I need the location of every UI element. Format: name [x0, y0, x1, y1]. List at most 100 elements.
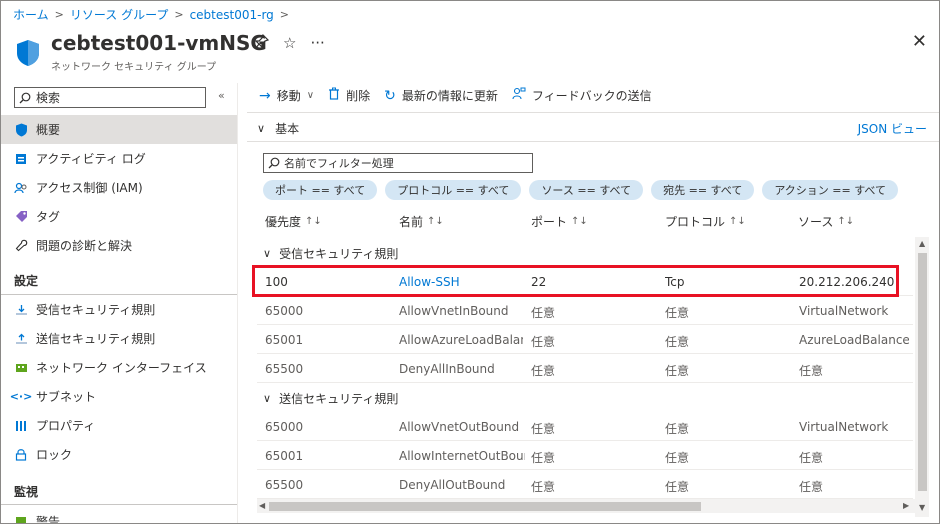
breadcrumb-home[interactable]: ホーム — [13, 6, 49, 23]
essentials-toggle[interactable]: ∨ 基本 — [257, 120, 299, 137]
column-header-label: プロトコル — [665, 215, 726, 229]
portal-frame: ホーム > リソース グループ > cebtest001-rg > cebtes… — [0, 0, 940, 524]
sidebar-divider — [1, 504, 237, 505]
wrench-icon — [14, 239, 28, 253]
sidebar-item-locks[interactable]: ロック — [1, 440, 237, 469]
column-header-label: ポート — [531, 215, 568, 229]
cell-port: 任意 — [531, 480, 556, 494]
sidebar-item-tags[interactable]: タグ — [1, 202, 237, 231]
sidebar-item-subnets[interactable]: <·> サブネット — [1, 382, 237, 411]
move-label: 移動 — [276, 89, 301, 103]
outbound-group-label: 送信セキュリティ規則 — [279, 392, 399, 406]
sidebar-border — [237, 83, 238, 523]
star-icon[interactable]: ☆ — [283, 34, 296, 53]
chevron-right-icon: > — [54, 8, 64, 21]
inbound-icon — [14, 303, 28, 317]
table-row[interactable]: 65500 DenyAllInBound 任意 任意 任意 — [257, 354, 913, 383]
collapse-sidebar-icon[interactable]: « — [218, 89, 225, 102]
filter-pill-destination[interactable]: 宛先 == すべて — [651, 180, 755, 200]
delete-button[interactable]: 削除 — [328, 87, 370, 104]
vertical-scrollbar-thumb[interactable] — [918, 253, 927, 491]
scroll-up-icon[interactable]: ▲ — [919, 239, 925, 248]
sidebar-item-diagnose[interactable]: 問題の診断と解決 — [1, 231, 237, 260]
column-header-label: 優先度 — [265, 215, 302, 229]
move-button[interactable]: → 移動 ∨ — [259, 87, 314, 104]
cell-port: 任意 — [531, 335, 556, 349]
refresh-button[interactable]: ↻ 最新の情報に更新 — [384, 87, 498, 104]
column-header-port[interactable]: ポート ↑↓ — [531, 213, 588, 230]
cell-priority: 65000 — [265, 304, 304, 318]
column-header-name[interactable]: 名前 ↑↓ — [399, 213, 444, 230]
filter-placeholder: 名前でフィルター処理 — [284, 157, 394, 170]
sidebar-item-alerts[interactable]: 警告 — [1, 507, 237, 523]
table-row[interactable]: 65001 AllowAzureLoadBalan… 任意 任意 AzureLo… — [257, 325, 913, 354]
cell-protocol: 任意 — [665, 306, 690, 320]
sidebar-item-label: サブネット — [36, 390, 97, 404]
sidebar-item-inbound-rules[interactable]: 受信セキュリティ規則 — [1, 295, 237, 324]
cell-source: AzureLoadBalancer — [799, 333, 909, 347]
filter-pill-action[interactable]: アクション == すべて — [762, 180, 898, 200]
json-view-link[interactable]: JSON ビュー — [858, 120, 927, 137]
sidebar-item-properties[interactable]: プロパティ — [1, 411, 237, 440]
sidebar-search-placeholder: 検索 — [36, 91, 61, 105]
alert-icon — [14, 515, 28, 523]
cell-protocol: 任意 — [665, 480, 690, 494]
inbound-group-toggle[interactable]: ∨ 受信セキュリティ規則 — [263, 245, 398, 262]
table-row[interactable]: 65500 DenyAllOutBound 任意 任意 任意 — [257, 470, 913, 499]
sidebar-item-activity-log[interactable]: アクティビティ ログ — [1, 144, 237, 173]
search-icon — [19, 92, 31, 103]
sidebar-item-network-interfaces[interactable]: ネットワーク インターフェイス — [1, 353, 237, 382]
filter-pill-protocol[interactable]: プロトコル == すべて — [385, 180, 522, 200]
sidebar-section-settings: 設定 — [14, 274, 39, 288]
log-icon — [14, 152, 28, 166]
cell-source: VirtualNetwork — [799, 420, 889, 434]
feedback-icon — [512, 87, 526, 104]
filter-pills: ポート == すべて プロトコル == すべて ソース == すべて 宛先 ==… — [263, 180, 898, 200]
scroll-left-icon[interactable]: ◀ — [259, 501, 265, 510]
cell-source: VirtualNetwork — [799, 304, 889, 318]
page-subtitle: ネットワーク セキュリティ グループ — [51, 62, 217, 73]
sidebar-item-label: アクティビティ ログ — [36, 152, 146, 166]
cell-source: 任意 — [799, 480, 824, 494]
cell-source: 任意 — [799, 364, 824, 378]
cell-priority: 65001 — [265, 449, 304, 463]
sidebar-item-label: ネットワーク インターフェイス — [36, 361, 207, 375]
cell-name: AllowVnetOutBound — [399, 420, 520, 434]
nsg-shield-icon — [17, 40, 39, 66]
cell-port: 任意 — [531, 451, 556, 465]
horizontal-scrollbar-thumb[interactable] — [269, 502, 701, 511]
table-row[interactable]: 65000 AllowVnetOutBound 任意 任意 VirtualNet… — [257, 412, 913, 441]
sidebar-item-outbound-rules[interactable]: 送信セキュリティ規則 — [1, 324, 237, 353]
tag-icon — [14, 210, 28, 224]
breadcrumb-resource-group[interactable]: cebtest001-rg — [190, 8, 274, 22]
scroll-down-icon[interactable]: ▼ — [919, 503, 925, 512]
filter-pill-source[interactable]: ソース == すべて — [529, 180, 644, 200]
column-header-protocol[interactable]: プロトコル ↑↓ — [665, 213, 746, 230]
cell-name: AllowVnetInBound — [399, 304, 509, 318]
column-header-source[interactable]: ソース ↑↓ — [798, 213, 854, 230]
chevron-right-icon: > — [279, 8, 290, 21]
essentials-divider — [247, 141, 939, 142]
cell-protocol: 任意 — [665, 422, 690, 436]
feedback-button[interactable]: フィードバックの送信 — [512, 87, 652, 104]
outbound-group-toggle[interactable]: ∨ 送信セキュリティ規則 — [263, 390, 398, 407]
pin-icon[interactable] — [254, 33, 270, 53]
table-row[interactable]: 65000 AllowVnetInBound 任意 任意 VirtualNetw… — [257, 296, 913, 325]
cell-protocol: 任意 — [665, 364, 690, 378]
breadcrumb-resource-groups[interactable]: リソース グループ — [70, 6, 169, 23]
sidebar-item-overview[interactable]: 概要 — [1, 115, 237, 144]
sort-icon: ↑↓ — [427, 216, 444, 227]
properties-icon — [14, 419, 28, 433]
sidebar-item-label: 問題の診断と解決 — [36, 239, 133, 253]
filter-input[interactable]: 名前でフィルター処理 — [263, 153, 533, 173]
sidebar-search-input[interactable]: 検索 — [14, 87, 206, 108]
filter-pill-port[interactable]: ポート == すべて — [263, 180, 378, 200]
sidebar-item-iam[interactable]: アクセス制御 (IAM) — [1, 173, 237, 202]
column-header-priority[interactable]: 優先度 ↑↓ — [265, 213, 322, 230]
sidebar: 検索 « 概要 アクティビティ ログ アクセス制御 (IAM) タグ 問題の診断… — [1, 83, 237, 523]
close-icon[interactable]: ✕ — [912, 31, 927, 52]
more-icon[interactable]: ··· — [310, 34, 324, 53]
scroll-right-icon[interactable]: ▶ — [903, 501, 909, 510]
header-actions: ☆ ··· — [254, 33, 325, 53]
table-row[interactable]: 65001 AllowInternetOutBound 任意 任意 任意 — [257, 441, 913, 470]
